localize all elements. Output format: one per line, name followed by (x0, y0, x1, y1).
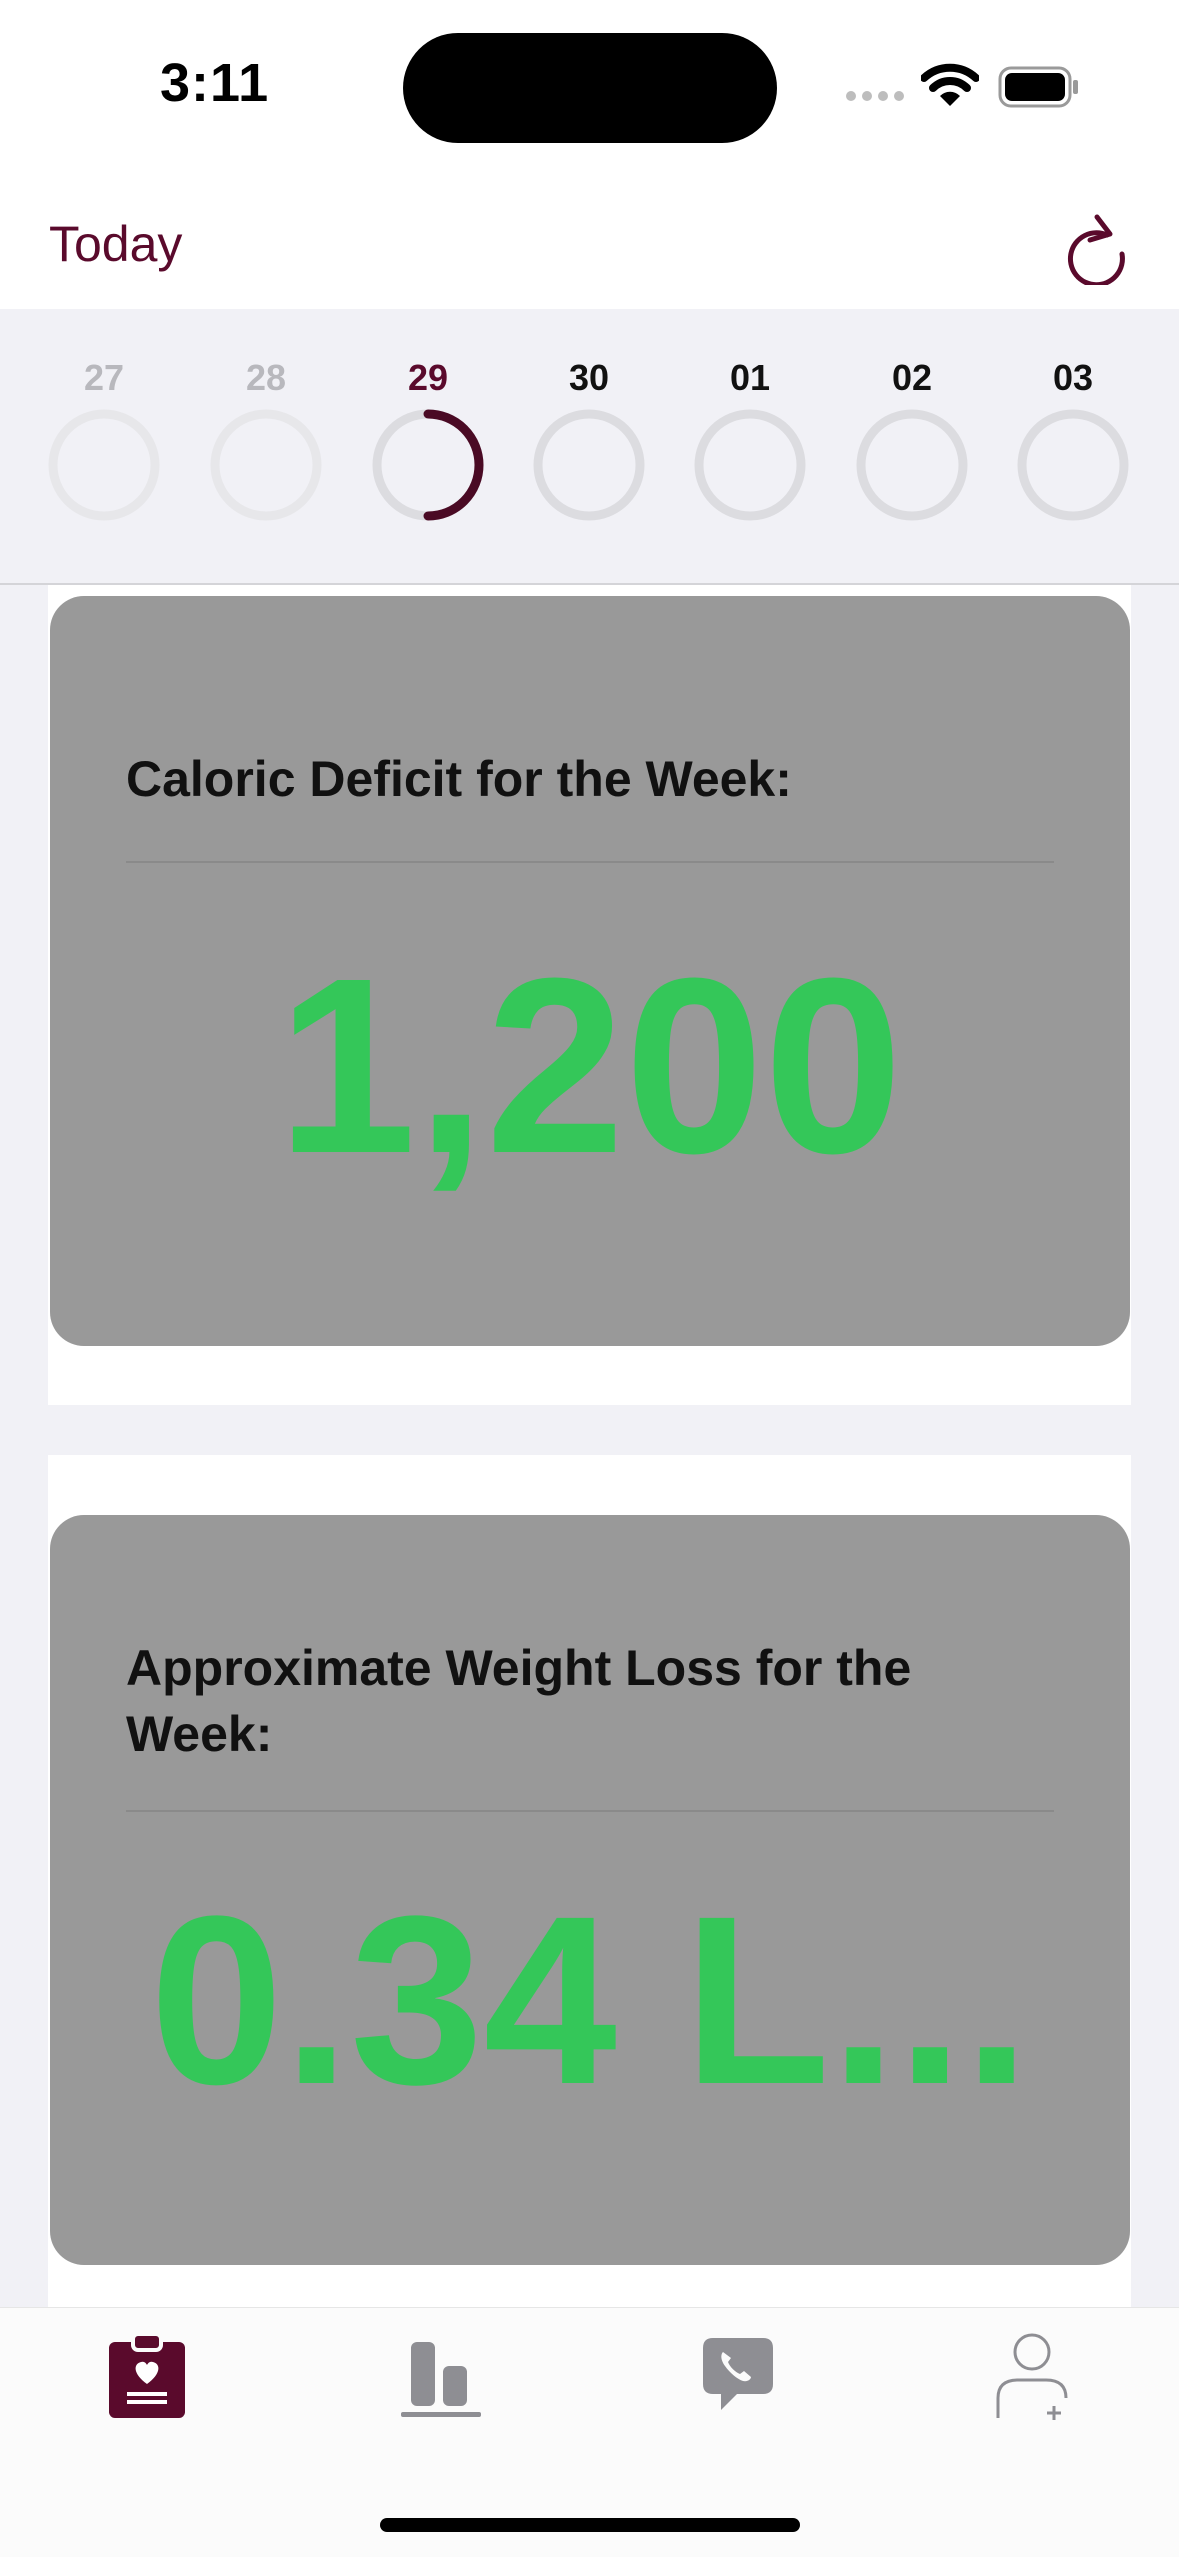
nav-header: Today (0, 175, 1179, 309)
day-item[interactable]: 27 (44, 353, 164, 523)
tab-contact[interactable] (677, 2326, 797, 2426)
day-item-selected[interactable]: 29 (368, 353, 488, 523)
battery-icon (998, 66, 1078, 108)
weight-loss-value: 0.34 L... (149, 1866, 1031, 2134)
card-panel: Caloric Deficit for the Week: 1,200 (48, 585, 1131, 1405)
day-item[interactable]: 01 (690, 353, 810, 523)
dynamic-island (403, 33, 777, 143)
phone-bubble-icon (703, 2338, 773, 2410)
day-number: 01 (729, 357, 771, 398)
day-number: 28 (245, 357, 287, 398)
day-number: 02 (891, 357, 933, 398)
day-number: 30 (568, 357, 610, 398)
cellular-signal-icon (846, 91, 904, 101)
card-divider (126, 1810, 1054, 1812)
tab-profile[interactable] (972, 2326, 1092, 2426)
day-progress-ring (533, 409, 645, 521)
caloric-deficit-card: Caloric Deficit for the Week: 1,200 (50, 596, 1130, 1346)
person-add-icon (996, 2333, 1068, 2420)
day-item[interactable]: 03 (1013, 353, 1133, 523)
day-progress-ring (48, 409, 160, 521)
wifi-icon (921, 63, 979, 106)
day-item[interactable]: 30 (529, 353, 649, 523)
refresh-icon[interactable] (1060, 205, 1130, 285)
status-time: 3:11 (160, 53, 270, 113)
tab-today[interactable] (87, 2326, 207, 2426)
day-item[interactable]: 28 (206, 353, 326, 523)
day-progress-ring (856, 409, 968, 521)
tab-stats[interactable] (381, 2326, 501, 2426)
content-scroll[interactable]: Caloric Deficit for the Week: 1,200 Appr… (0, 585, 1179, 2307)
caloric-deficit-value: 1,200 (277, 926, 903, 1205)
page-title: Today (49, 216, 183, 272)
card-divider (126, 861, 1054, 863)
day-number: 03 (1052, 357, 1094, 398)
home-indicator[interactable] (380, 2518, 800, 2532)
clipboard-heart-icon (109, 2332, 185, 2418)
week-selector: 27 28 29 30 01 02 03 (0, 309, 1179, 585)
status-bar: 3:11 (0, 0, 1179, 175)
day-number: 27 (83, 357, 125, 398)
day-number: 29 (407, 357, 449, 398)
day-item[interactable]: 02 (852, 353, 972, 523)
day-progress-ring (372, 409, 484, 521)
day-progress-ring (1017, 409, 1129, 521)
day-progress-ring (210, 409, 322, 521)
card-panel: Approximate Weight Loss for the Week: 0.… (48, 1455, 1131, 2307)
day-progress-ring (694, 409, 806, 521)
bar-chart-icon (401, 2342, 481, 2417)
card-title: Approximate Weight Loss for the Week: (126, 1640, 912, 1762)
card-title: Caloric Deficit for the Week: (126, 751, 792, 807)
weight-loss-card: Approximate Weight Loss for the Week: 0.… (50, 1515, 1130, 2265)
